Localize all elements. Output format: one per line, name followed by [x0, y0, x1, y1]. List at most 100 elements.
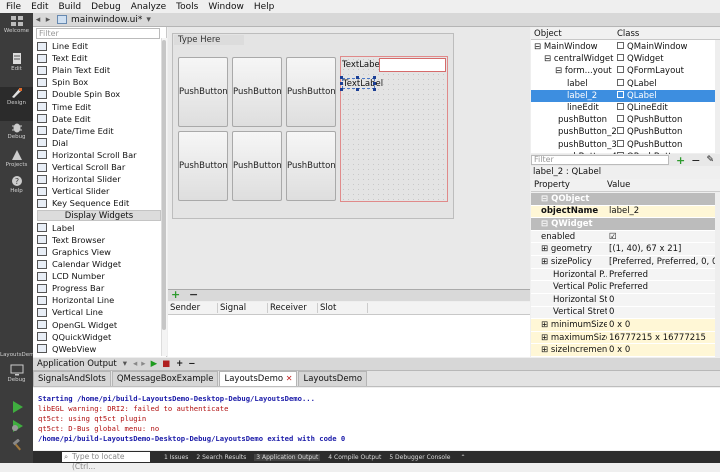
mode-welcome[interactable]: Welcome	[0, 15, 33, 45]
output-tab-signals-and-slots[interactable]: SignalsAndSlots	[33, 371, 111, 386]
property-value[interactable]: 0	[607, 307, 715, 317]
back-arrow-icon[interactable]: ◂	[133, 359, 137, 369]
mode-projects[interactable]: Projects	[0, 149, 33, 177]
property-value[interactable]: label_2	[607, 206, 715, 216]
push-button-6[interactable]: PushButton	[286, 131, 336, 201]
menu-help[interactable]: Help	[254, 2, 275, 12]
widget-item[interactable]: Progress Bar	[37, 282, 161, 294]
widget-item[interactable]: Graphics View	[37, 246, 161, 258]
add-connection-button[interactable]: +	[171, 288, 180, 301]
widget-item[interactable]: Date/Time Edit	[37, 125, 161, 137]
expand-toggle-icon[interactable]: ⊞	[541, 320, 551, 330]
selection-handle[interactable]	[356, 76, 359, 79]
application-output-log[interactable]: Starting /home/pi/build-LayoutsDemo-Desk…	[33, 388, 720, 450]
expand-toggle-icon[interactable]: ⊟	[544, 54, 554, 64]
widget-filter-input[interactable]: Filter	[36, 28, 160, 39]
object-tree-scrollbar[interactable]	[715, 40, 720, 153]
widget-item[interactable]: Dial	[37, 137, 161, 149]
object-tree-row[interactable]: lineEdit QLineEdit	[531, 102, 715, 114]
expand-toggle-icon[interactable]: ⊞	[541, 257, 551, 267]
object-tree-row[interactable]: ⊟ centralWidget QWidget	[531, 53, 715, 65]
property-row[interactable]: Horizontal P... Preferred	[531, 268, 715, 282]
forward-arrow-icon[interactable]: ▸	[43, 15, 53, 25]
mode-edit[interactable]: Edit	[0, 53, 33, 83]
status-search-results[interactable]: 2 Search Results	[196, 454, 246, 461]
object-tree-row[interactable]: pushButton_3 QPushButton	[531, 139, 715, 151]
mode-design[interactable]: Design	[0, 87, 33, 121]
property-row[interactable]: Vertical Stret...0	[531, 306, 715, 320]
property-value[interactable]: Preferred	[607, 270, 715, 280]
column-receiver[interactable]: Receiver	[268, 303, 318, 313]
column-slot[interactable]: Slot	[318, 303, 368, 313]
rerun-icon[interactable]: ▶	[151, 359, 158, 369]
widget-item[interactable]: Horizontal Scroll Bar	[37, 149, 161, 161]
widget-item[interactable]: Text Browser	[37, 234, 161, 246]
stop-icon[interactable]: ■	[162, 359, 170, 369]
expand-toggle-icon[interactable]: ⊞	[541, 244, 551, 254]
kit-selector[interactable]: Debug	[0, 364, 33, 394]
property-row[interactable]: ⊞ geometry [(1, 40), 67 x 21]	[531, 243, 715, 257]
expand-toggle-icon[interactable]: ⊟	[541, 219, 551, 229]
property-row[interactable]: Vertical Policy Preferred	[531, 281, 715, 294]
push-button-3[interactable]: PushButton	[286, 57, 336, 127]
property-value[interactable]: Preferred	[607, 282, 715, 292]
widget-item[interactable]: QWebView	[37, 343, 161, 355]
zoom-out-icon[interactable]: −	[188, 359, 195, 369]
menu-debug[interactable]: Debug	[91, 2, 121, 12]
column-property[interactable]: Property	[531, 180, 607, 190]
widget-item[interactable]: Line Edit	[37, 40, 161, 52]
widget-item[interactable]: Vertical Line	[37, 306, 161, 318]
menu-file[interactable]: File	[6, 2, 21, 12]
widget-item[interactable]: Date Edit	[37, 113, 161, 125]
status-debugger-console[interactable]: 5 Debugger Console	[389, 454, 450, 461]
widget-item[interactable]: Horizontal Line	[37, 294, 161, 306]
selection-handle[interactable]	[373, 88, 376, 91]
status-compile-output[interactable]: 4 Compile Output	[328, 454, 381, 461]
menu-edit[interactable]: Edit	[31, 2, 48, 12]
object-tree-row[interactable]: ⊟ MainWindow QMainWindow	[531, 41, 715, 53]
property-row[interactable]: ⊞ sizeIncrement 0 x 0	[531, 344, 715, 358]
widget-item[interactable]: Key Sequence Edit	[37, 197, 161, 209]
output-tab-layouts-demo-active[interactable]: LayoutsDemo ✕	[219, 371, 298, 386]
widget-item[interactable]: Double Spin Box	[37, 88, 161, 100]
output-tab-qmessagebox-example[interactable]: QMessageBoxExample	[111, 371, 219, 386]
zoom-in-icon[interactable]: +	[176, 359, 183, 369]
expand-toggle-icon[interactable]: ⊟	[541, 194, 551, 204]
menu-analyze[interactable]: Analyze	[131, 2, 166, 12]
wrench-icon[interactable]: ✎	[706, 155, 714, 165]
object-tree-row[interactable]: pushButton QPushButton	[531, 114, 715, 126]
widget-item[interactable]: Horizontal Slider	[37, 173, 161, 185]
file-dropdown-icon[interactable]: ▾	[146, 15, 151, 25]
push-button-2[interactable]: PushButton	[232, 57, 282, 127]
property-row[interactable]: Horizontal St...0	[531, 293, 715, 307]
widget-item[interactable]: QQuickWidget	[37, 331, 161, 343]
property-row[interactable]: objectName label_2	[531, 205, 715, 219]
selection-handle[interactable]	[340, 88, 343, 91]
expand-toggle-icon[interactable]: ⊟	[534, 42, 544, 52]
expand-toggle-icon[interactable]: ⊞	[541, 345, 551, 355]
widget-item[interactable]: Calendar Widget	[37, 258, 161, 270]
output-tab-layouts-demo[interactable]: LayoutsDemo	[298, 371, 368, 386]
open-file-name[interactable]: mainwindow.ui*	[71, 15, 142, 25]
forward-arrow-icon[interactable]: ▸	[141, 359, 145, 369]
widget-item[interactable]: OpenGL Widget	[37, 319, 161, 331]
property-row[interactable]: ⊞ maximumSize 16777215 x 16777215	[531, 331, 715, 345]
status-application-output[interactable]: 3 Application Output	[254, 453, 321, 461]
column-value[interactable]: Value	[607, 180, 630, 190]
run-button[interactable]	[0, 401, 33, 417]
locator-input[interactable]: ⌕ Type to locate (Ctrl...	[62, 452, 150, 471]
selection-handle[interactable]	[373, 76, 376, 79]
object-tree-row[interactable]: pushButton_2 QPushButton	[531, 126, 715, 138]
property-value[interactable]: 0	[607, 295, 715, 305]
widget-item[interactable]: Time Edit	[37, 101, 161, 113]
signal-slot-list[interactable]	[168, 315, 530, 357]
widget-item[interactable]: Vertical Slider	[37, 185, 161, 197]
remove-property-icon[interactable]: −	[691, 154, 700, 167]
property-scrollbar[interactable]	[715, 192, 720, 357]
widget-box-scroll-thumb[interactable]	[162, 40, 166, 330]
menu-type-here[interactable]: Type Here	[174, 35, 244, 45]
column-class[interactable]: Class	[617, 29, 639, 39]
chevron-up-icon[interactable]: ⌃	[460, 454, 465, 461]
build-button[interactable]	[0, 439, 33, 455]
push-button-4[interactable]: PushButton	[178, 131, 228, 201]
